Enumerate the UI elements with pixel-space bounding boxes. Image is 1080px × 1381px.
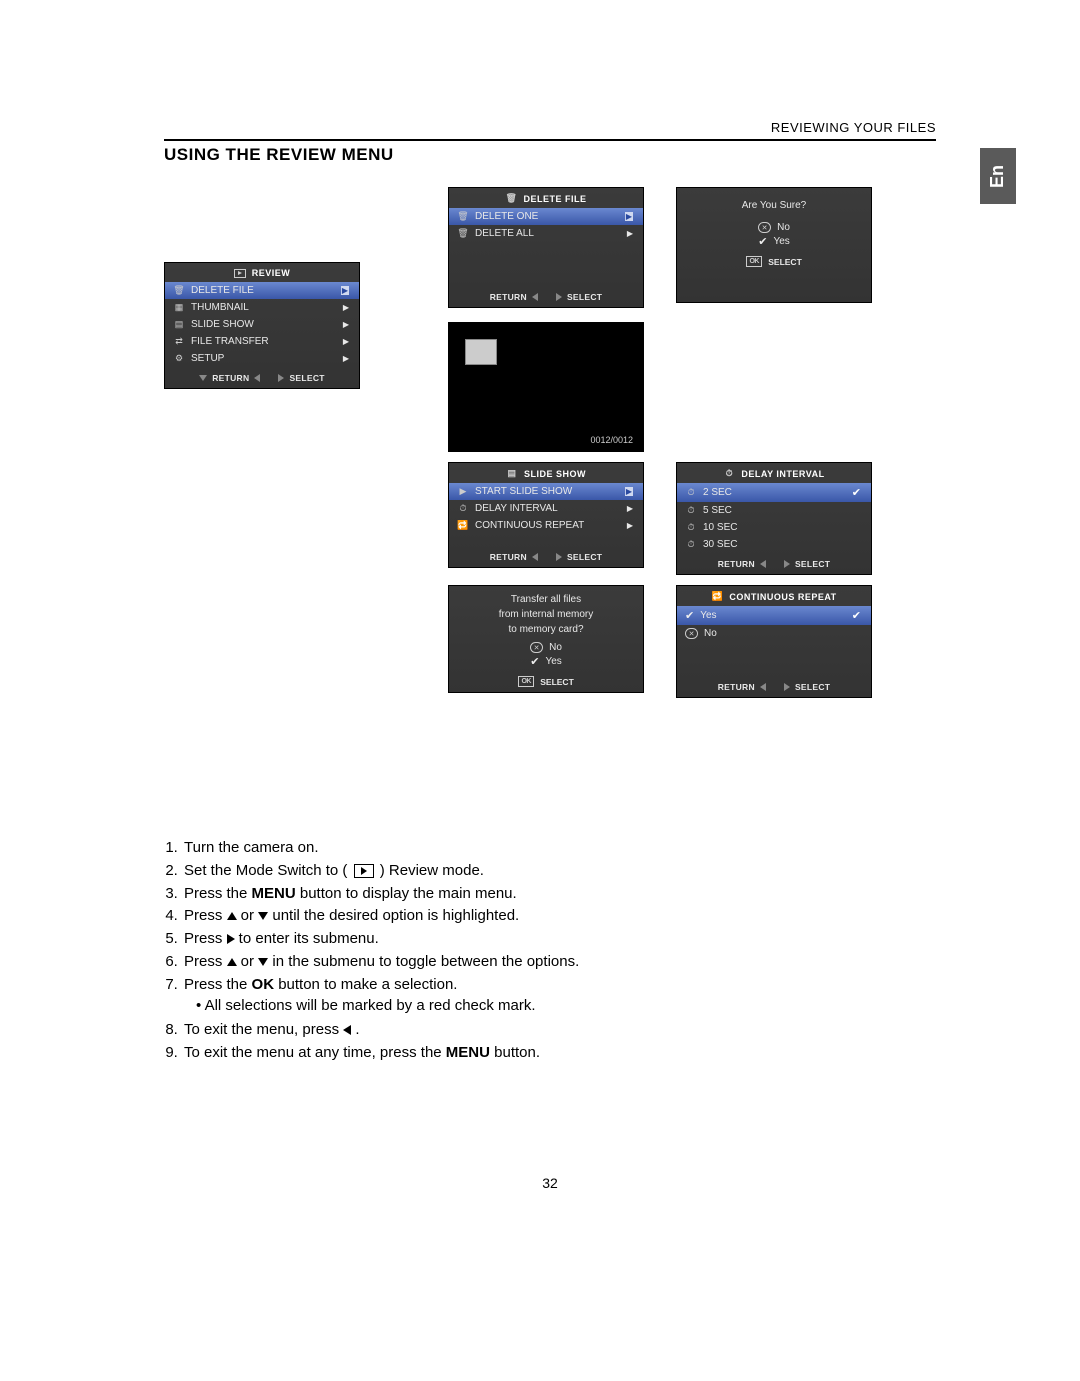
timer-icon: ⏱ bbox=[457, 503, 469, 514]
review-footer: RETURN SELECT bbox=[165, 367, 359, 388]
option-no[interactable]: ✕No bbox=[677, 221, 871, 234]
thumbnail-counter: 0012/0012 bbox=[590, 435, 633, 445]
play-icon: ▶ bbox=[457, 486, 469, 497]
review-item-slide-show[interactable]: ▤ SLIDE SHOW ▶ bbox=[165, 316, 359, 333]
instruction-5: Press to enter its submenu. bbox=[182, 928, 936, 951]
instruction-3: Press the MENU button to display the mai… bbox=[182, 883, 936, 906]
are-you-sure-footer: OKSELECT bbox=[677, 249, 871, 272]
up-arrow-icon bbox=[227, 958, 237, 966]
timer-icon: ⏱ bbox=[685, 505, 697, 516]
trash-icon: 🗑 bbox=[505, 193, 517, 204]
slide-show-panel: ▤SLIDE SHOW ▶START SLIDE SHOW▶ ⏱DELAY IN… bbox=[448, 462, 644, 568]
option-yes[interactable]: ✔Yes bbox=[677, 234, 871, 249]
trash-icon: 🗑 bbox=[457, 228, 469, 239]
transfer-msg-line2: from internal memory bbox=[461, 607, 631, 622]
continuous-repeat-item[interactable]: 🔁CONTINUOUS REPEAT▶ bbox=[449, 517, 643, 534]
play-icon bbox=[234, 269, 246, 278]
delay-30sec-item[interactable]: ⏱30 SEC bbox=[677, 536, 871, 553]
trash-icon: 🗑 bbox=[457, 211, 469, 222]
review-item-thumbnail[interactable]: ▦ THUMBNAIL ▶ bbox=[165, 299, 359, 316]
slideshow-icon: ▤ bbox=[506, 468, 518, 479]
instruction-8: To exit the menu, press . bbox=[182, 1019, 936, 1042]
review-mode-icon bbox=[354, 864, 374, 878]
delete-one-item[interactable]: 🗑DELETE ONE▶ bbox=[449, 208, 643, 225]
transfer-icon: ⇄ bbox=[173, 336, 185, 347]
trash-icon: 🗑 bbox=[173, 285, 185, 296]
x-icon: ✕ bbox=[530, 642, 543, 653]
thumbnail-image[interactable] bbox=[465, 339, 497, 365]
check-icon: ✔ bbox=[758, 235, 767, 248]
delay-5sec-item[interactable]: ⏱5 SEC bbox=[677, 502, 871, 519]
delay-interval-footer: RETURN SELECT bbox=[677, 553, 871, 574]
review-menu-title: REVIEW bbox=[165, 263, 359, 282]
instruction-2: Set the Mode Switch to ( ) Review mode. bbox=[182, 860, 936, 883]
grid-icon: ▦ bbox=[173, 302, 185, 313]
review-item-file-transfer[interactable]: ⇄ FILE TRANSFER ▶ bbox=[165, 333, 359, 350]
delay-interval-panel: ⏱DELAY INTERVAL ⏱2 SEC✔ ⏱5 SEC ⏱10 SEC ⏱… bbox=[676, 462, 872, 575]
down-icon bbox=[199, 375, 207, 381]
instruction-7-sub: All selections will be marked by a red c… bbox=[194, 995, 936, 1018]
timer-icon: ⏱ bbox=[723, 468, 735, 479]
continuous-repeat-footer: RETURN SELECT bbox=[677, 676, 871, 697]
instruction-4: Press or until the desired option is hig… bbox=[182, 905, 936, 928]
delay-2sec-item[interactable]: ⏱2 SEC✔ bbox=[677, 483, 871, 502]
are-you-sure-message: Are You Sure? bbox=[677, 188, 871, 221]
up-arrow-icon bbox=[227, 912, 237, 920]
start-slide-show-item[interactable]: ▶START SLIDE SHOW▶ bbox=[449, 483, 643, 500]
continuous-repeat-panel: 🔁CONTINUOUS REPEAT ✔Yes✔ ✕No RETURN SELE… bbox=[676, 585, 872, 698]
timer-icon: ⏱ bbox=[685, 539, 697, 550]
language-tab: En bbox=[980, 148, 1016, 204]
slideshow-icon: ▤ bbox=[173, 319, 185, 330]
instruction-7: Press the OK button to make a selection.… bbox=[182, 974, 936, 1020]
review-item-delete-file[interactable]: 🗑 DELETE FILE ▶ bbox=[165, 282, 359, 299]
delay-10sec-item[interactable]: ⏱10 SEC bbox=[677, 519, 871, 536]
section-header: REVIEWING YOUR FILES bbox=[164, 120, 936, 141]
down-arrow-icon bbox=[258, 958, 268, 966]
page-title: USING THE REVIEW MENU bbox=[164, 145, 936, 165]
left-arrow-icon bbox=[254, 374, 260, 382]
transfer-msg-line3: to memory card? bbox=[461, 622, 631, 637]
check-icon: ✔ bbox=[852, 609, 861, 622]
transfer-yes[interactable]: ✔Yes bbox=[449, 654, 643, 669]
ok-icon: OK bbox=[746, 256, 762, 267]
transfer-footer: OKSELECT bbox=[449, 669, 643, 692]
transfer-no[interactable]: ✕No bbox=[449, 641, 643, 654]
instructions-list: Turn the camera on. Set the Mode Switch … bbox=[164, 837, 936, 1065]
file-transfer-confirm-panel: Transfer all files from internal memory … bbox=[448, 585, 644, 693]
right-arrow-icon bbox=[278, 374, 284, 382]
delay-interval-item[interactable]: ⏱DELAY INTERVAL▶ bbox=[449, 500, 643, 517]
x-icon: ✕ bbox=[758, 222, 771, 233]
right-arrow-icon bbox=[227, 934, 235, 944]
delete-file-panel: 🗑DELETE FILE 🗑DELETE ONE▶ 🗑DELETE ALL▶ R… bbox=[448, 187, 644, 308]
instruction-9: To exit the menu at any time, press the … bbox=[182, 1042, 936, 1065]
x-icon: ✕ bbox=[685, 628, 698, 639]
menu-diagram: REVIEW 🗑 DELETE FILE ▶ ▦ THUMBNAIL ▶ ▤ S… bbox=[164, 187, 936, 757]
thumbnail-screen: 0012/0012 bbox=[448, 322, 644, 452]
down-arrow-icon bbox=[258, 912, 268, 920]
review-menu-panel: REVIEW 🗑 DELETE FILE ▶ ▦ THUMBNAIL ▶ ▤ S… bbox=[164, 262, 360, 389]
repeat-icon: 🔁 bbox=[457, 520, 469, 531]
check-icon: ✔ bbox=[852, 486, 861, 499]
setup-icon: ⚙ bbox=[173, 353, 185, 364]
repeat-icon: 🔁 bbox=[711, 591, 723, 602]
check-icon: ✔ bbox=[530, 655, 539, 668]
timer-icon: ⏱ bbox=[685, 487, 697, 498]
repeat-yes-item[interactable]: ✔Yes✔ bbox=[677, 606, 871, 625]
delete-file-footer: RETURN SELECT bbox=[449, 286, 643, 307]
instruction-1: Turn the camera on. bbox=[182, 837, 936, 860]
ok-icon: OK bbox=[518, 676, 534, 687]
repeat-no-item[interactable]: ✕No bbox=[677, 625, 871, 642]
page-number: 32 bbox=[164, 1175, 936, 1191]
slide-show-footer: RETURN SELECT bbox=[449, 546, 643, 567]
check-icon: ✔ bbox=[685, 609, 694, 622]
are-you-sure-panel: Are You Sure? ✕No ✔Yes OKSELECT bbox=[676, 187, 872, 303]
timer-icon: ⏱ bbox=[685, 522, 697, 533]
transfer-msg-line1: Transfer all files bbox=[461, 592, 631, 607]
review-item-setup[interactable]: ⚙ SETUP ▶ bbox=[165, 350, 359, 367]
instruction-6: Press or in the submenu to toggle betwee… bbox=[182, 951, 936, 974]
delete-all-item[interactable]: 🗑DELETE ALL▶ bbox=[449, 225, 643, 242]
